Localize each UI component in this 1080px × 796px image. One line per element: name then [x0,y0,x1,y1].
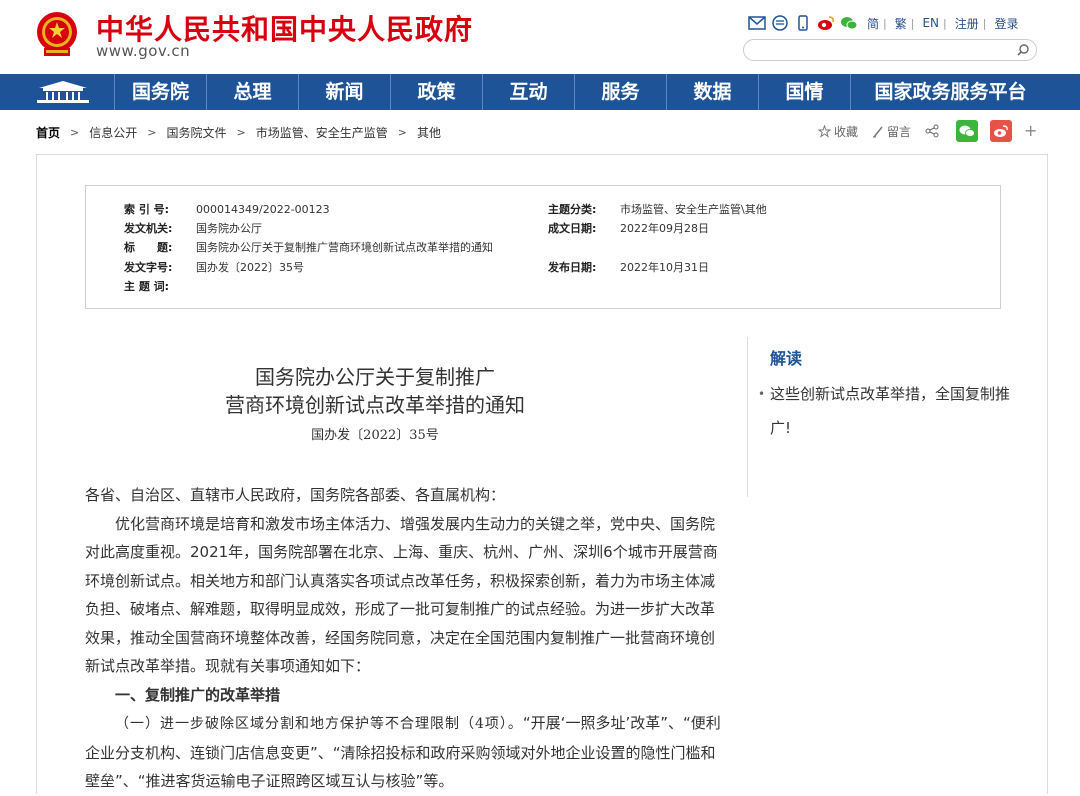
meta-label: 发布日期: [548,261,597,274]
rss-icon[interactable] [771,15,789,31]
meta-date-written: 成文日期: 2022年09月28日 [548,220,709,236]
search-icon[interactable] [1016,43,1030,57]
nav-item-state-council[interactable]: 国务院 [114,74,206,110]
nav-item-service[interactable]: 服务 [574,74,666,110]
site-header: 中华人民共和国中央人民政府 www.gov.cn 简 | 繁 | EN | 注册… [0,0,1080,74]
lang-traditional[interactable]: 繁 [895,15,907,32]
mail-icon[interactable] [748,15,766,31]
meta-value: 000014349/2022-00123 [196,203,330,216]
weibo-icon[interactable] [817,15,835,31]
meta-value: 国办发〔2022〕35号 [196,261,304,274]
chevron-right-icon: > [147,126,157,139]
wechat-share-button[interactable] [956,120,979,142]
more-share-icon[interactable]: + [1024,123,1037,139]
breadcrumb-market-regulation[interactable]: 市场监管、安全生产监管 [256,124,388,141]
chevron-right-icon: > [236,126,246,139]
breadcrumb: 首页 > 信息公开 > 国务院文件 > 市场监管、安全生产监管 > 其他 [36,124,441,141]
article-body: 各省、自治区、直辖市人民政府，国务院各部委、各直属机构： 优化营商环境是培育和激… [85,481,729,796]
share-icon [925,124,939,138]
paragraph: 优化营商环境是培育和激发市场主体活力、增强发展内生动力的关键之举，党中央、国务院… [85,514,718,676]
meta-label: 发文字号: [124,261,173,274]
login-link[interactable]: 登录 [994,15,1018,32]
weibo-icon [994,125,1008,137]
breadcrumb-other[interactable]: 其他 [417,124,441,141]
meta-topic: 主题分类: 市场监管、安全生产监管\其他 [548,201,767,217]
paragraph-lead: （一）进一步破除区域分割和地方保护等不合理限制（4项）。 [115,716,523,732]
separator: | [943,16,947,30]
header-tools: 简 | 繁 | EN | 注册 | 登录 [748,14,1019,32]
article-title-line2: 营商环境创新试点改革举措的通知 [225,393,525,417]
meta-docno: 发文字号: 国办发〔2022〕35号 [124,259,304,275]
breadcrumb-info-disclosure[interactable]: 信息公开 [89,124,137,141]
nav-item-data[interactable]: 数据 [666,74,758,110]
article-container: 索 引 号: 000014349/2022-00123 主题分类: 市场监管、安全生… [36,154,1048,794]
meta-value: 市场监管、安全生产监管\其他 [620,203,767,216]
meta-keywords: 主 题 词: [124,278,196,294]
share-button[interactable] [925,124,942,138]
paragraph: （一）进一步破除区域分割和地方保护等不合理限制（4项）。“开展‘一照多址’改革”… [85,709,729,796]
bullet-icon: • [758,387,766,401]
register-link[interactable]: 注册 [955,15,979,32]
weibo-share-button[interactable] [990,120,1013,142]
nav-items: 国务院 总理 新闻 政策 互动 服务 数据 国情 国家政务服务平台 [114,74,1050,110]
sidebar-title: 解读 [770,349,803,368]
meta-publish-date: 发布日期: 2022年10月31日 [548,259,709,275]
star-icon [818,124,831,138]
pencil-icon [873,126,883,137]
meta-label: 主 题 词: [124,280,170,293]
sidebar-link[interactable]: • 这些创新试点改革举措，全国复制推广! [758,377,1011,445]
page-actions: 收藏 留言 + [818,120,1037,142]
national-emblem-icon[interactable] [34,10,80,60]
wechat-icon [959,125,975,137]
nav-item-premier[interactable]: 总理 [206,74,298,110]
nav-item-news[interactable]: 新闻 [298,74,390,110]
lang-english[interactable]: EN [922,16,939,30]
chevron-right-icon: > [397,126,407,139]
separator: | [883,16,887,30]
meta-value: 2022年09月28日 [620,222,709,235]
chevron-right-icon: > [70,126,80,139]
main-nav: 国务院 总理 新闻 政策 互动 服务 数据 国情 国家政务服务平台 [0,74,1080,110]
interpretation-sidebar: 解读 • 这些创新试点改革举措，全国复制推广! [747,337,1037,497]
lang-simplified[interactable]: 简 [867,15,879,32]
separator: | [910,16,915,30]
separator: | [982,16,987,30]
meta-value: 2022年10月31日 [620,261,709,274]
article-title-line1: 国务院办公厅关于复制推广 [255,365,495,389]
section-heading: 一、复制推广的改革举措 [115,685,281,704]
article-title-block: 国务院办公厅关于复制推广 营商环境创新试点改革举措的通知 国办发〔2022〕35… [85,363,665,443]
meta-title: 标 题: 国务院办公厅关于复制推广营商环境创新试点改革举措的通知 [124,239,493,255]
search-box [743,39,1037,61]
breadcrumb-state-council-docs[interactable]: 国务院文件 [166,124,226,141]
meta-label: 发文机关: [124,222,173,235]
nav-item-policy[interactable]: 政策 [390,74,482,110]
meta-label: 标 题: [124,241,173,254]
meta-value: 国务院办公厅关于复制推广营商环境创新试点改革举措的通知 [196,241,493,254]
breadcrumb-home[interactable]: 首页 [36,124,60,141]
wechat-icon[interactable] [840,15,858,31]
search-input[interactable] [754,41,1014,61]
salutation: 各省、自治区、直辖市人民政府，国务院各部委、各直属机构： [85,486,506,504]
site-url[interactable]: www.gov.cn [96,42,190,60]
mobile-icon[interactable] [794,15,812,31]
comment-label: 留言 [887,124,912,139]
meta-value: 国务院办公厅 [196,222,262,235]
nav-item-interaction[interactable]: 互动 [482,74,574,110]
favorite-label: 收藏 [834,124,859,139]
document-metadata: 索 引 号: 000014349/2022-00123 主题分类: 市场监管、安全生… [85,185,1001,309]
comment-button[interactable]: 留言 [872,123,911,140]
meta-label: 主题分类: [548,203,597,216]
meta-label: 成文日期: [548,222,597,235]
sidebar-link-text: 这些创新试点改革举措，全国复制推广! [770,385,1011,437]
meta-label: 索 引 号: [124,203,170,216]
article-docno: 国办发〔2022〕35号 [311,428,439,443]
home-building-icon[interactable] [33,79,93,105]
nav-item-national-info[interactable]: 国情 [758,74,850,110]
favorite-button[interactable]: 收藏 [818,123,858,140]
meta-index: 索 引 号: 000014349/2022-00123 [124,201,330,217]
nav-item-gov-service-platform[interactable]: 国家政务服务平台 [850,74,1050,110]
meta-issuer: 发文机关: 国务院办公厅 [124,220,262,236]
